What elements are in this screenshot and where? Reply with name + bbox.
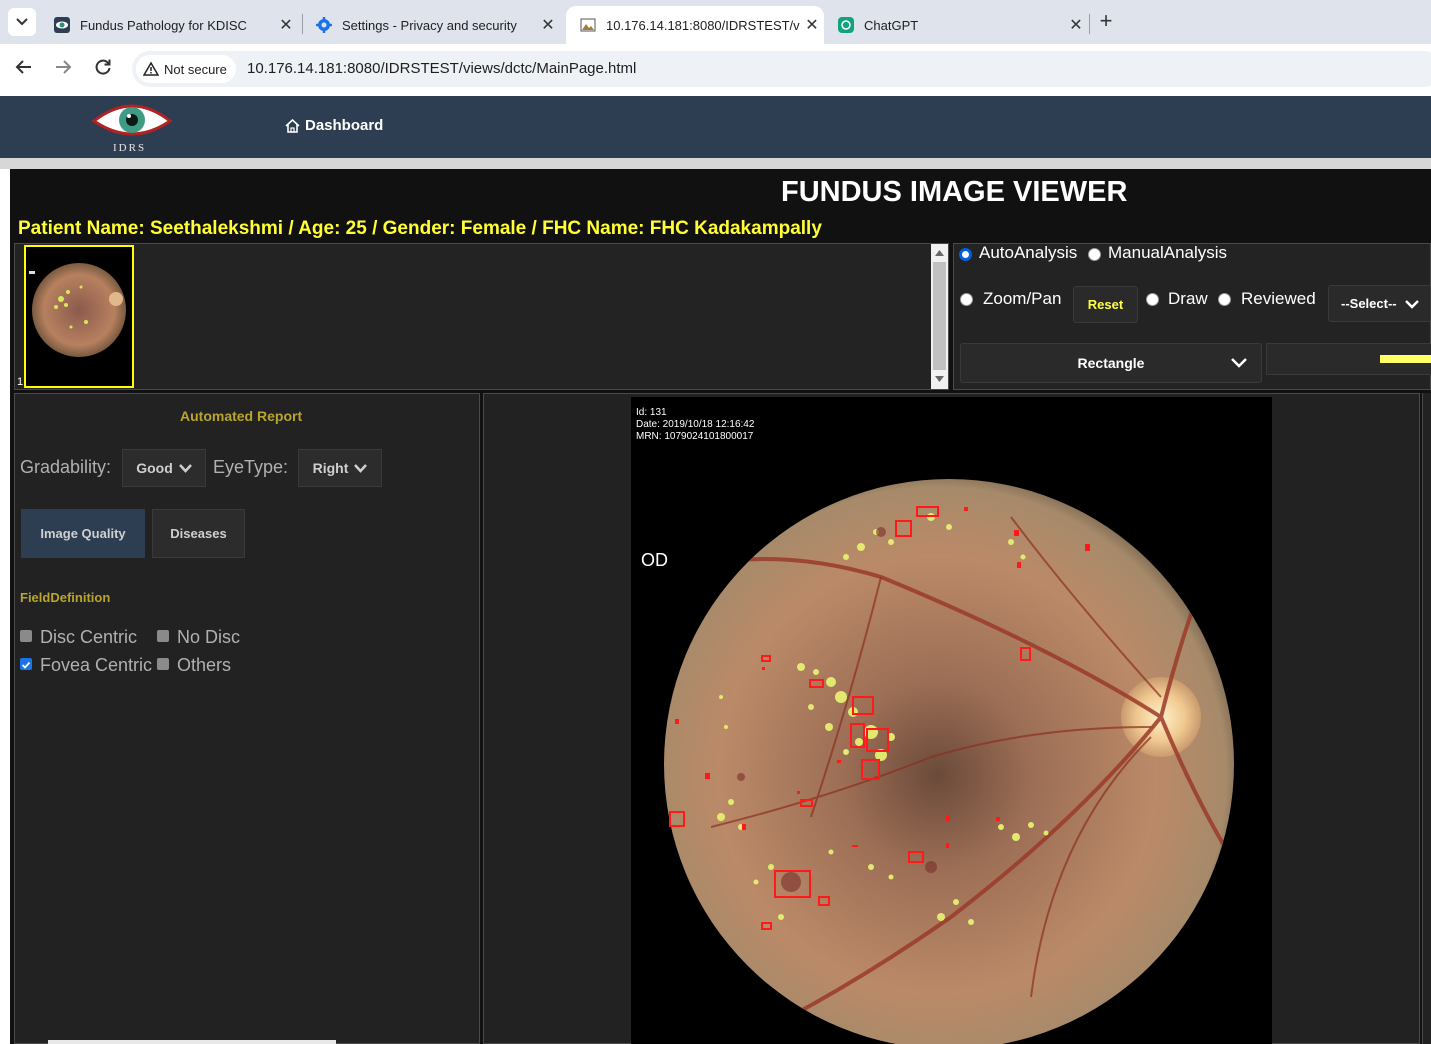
fundus-image[interactable]: [631, 397, 1272, 1044]
scrollbar-thumb[interactable]: [933, 262, 946, 370]
header-gap: [0, 158, 1431, 169]
manual-analysis-label: ManualAnalysis: [1108, 243, 1228, 262]
tab-title: Settings - Privacy and security: [342, 17, 517, 33]
logo-text: IDRS: [113, 142, 147, 154]
reload-icon: [95, 59, 111, 75]
browser-tab-4[interactable]: ChatGPT ✕: [824, 6, 1088, 44]
chevron-down-icon: [178, 463, 192, 473]
gradability-value: Good: [136, 460, 173, 476]
field-definition-heading: FieldDefinition: [20, 590, 111, 605]
disc-centric-checkbox[interactable]: [20, 630, 32, 642]
tab-image-quality[interactable]: Image Quality: [21, 509, 145, 558]
draw-label: Draw: [1168, 289, 1208, 308]
browser-tab-1[interactable]: Fundus Pathology for KDISC ✕: [40, 6, 298, 44]
eyetype-value: Right: [312, 460, 349, 476]
chevron-down-icon: [16, 18, 28, 26]
disc-centric-label: Disc Centric: [40, 627, 138, 647]
tab-title: Fundus Pathology for KDISC: [80, 17, 247, 33]
arrow-left-icon: [15, 60, 31, 74]
color-picker[interactable]: [1266, 343, 1431, 375]
forward-button[interactable]: [51, 58, 75, 82]
color-swatch: [1380, 355, 1431, 363]
meta-id: Id: 131: [636, 407, 667, 418]
fundus-thumbnail[interactable]: [24, 245, 134, 388]
arrow-right-icon: [56, 60, 72, 74]
meta-date: Date: 2019/10/18 12:16:42: [636, 419, 755, 430]
viewer-title: FUNDUS IMAGE VIEWER: [781, 176, 1128, 208]
thumbnail-image: [26, 247, 132, 386]
shape-select-dropdown[interactable]: Rectangle: [960, 343, 1262, 383]
new-tab-button[interactable]: +: [1094, 10, 1118, 34]
thumbnail-strip: [14, 243, 949, 390]
fovea-centric-label: Fovea Centric: [40, 655, 153, 675]
eye-favicon: [54, 17, 70, 33]
auto-analysis-radio[interactable]: [959, 248, 972, 261]
meta-mrn: MRN: 1079024101800017: [636, 431, 754, 442]
warning-icon: [143, 62, 159, 76]
no-disc-checkbox[interactable]: [157, 630, 169, 642]
browser-tab-2[interactable]: Settings - Privacy and security ✕: [302, 6, 560, 44]
patient-info: Patient Name: Seethalekshmi / Age: 25 / …: [18, 218, 822, 239]
gradability-label: Gradability:: [20, 457, 112, 477]
browser-tab-3-active[interactable]: 10.176.14.181:8080/IDRSTEST/v ✕: [566, 6, 824, 44]
auto-analysis-label: AutoAnalysis: [979, 243, 1078, 262]
app-header: [0, 96, 1431, 158]
tab-search-menu[interactable]: [8, 8, 36, 36]
checkmark-icon: [21, 661, 31, 669]
others-checkbox[interactable]: [157, 658, 169, 670]
reviewed-label: Reviewed: [1241, 289, 1316, 308]
draw-radio[interactable]: [1146, 293, 1159, 306]
tab-title: ChatGPT: [864, 17, 919, 33]
eyetype-label: EyeType:: [213, 457, 289, 477]
reload-button[interactable]: [91, 58, 115, 82]
eyetype-select[interactable]: Right: [298, 449, 382, 487]
scroll-down-icon[interactable]: [935, 376, 944, 382]
security-label: Not secure: [164, 61, 227, 77]
report-heading: Automated Report: [180, 408, 303, 424]
manual-analysis-radio[interactable]: [1088, 248, 1101, 261]
fovea-centric-checkbox[interactable]: [20, 658, 32, 670]
fundus-photo[interactable]: [631, 397, 1272, 1044]
lesion-select-dropdown[interactable]: --Select--: [1328, 285, 1431, 322]
image-metadata: Id: 131 Date: 2019/10/18 12:16:42 MRN: 1…: [636, 407, 754, 443]
select-placeholder: --Select--: [1341, 296, 1397, 311]
chevron-down-icon: [1231, 358, 1247, 368]
chevron-down-icon: [1404, 299, 1419, 309]
eye-label: OD: [641, 550, 668, 570]
tab-title: 10.176.14.181:8080/IDRSTEST/v: [606, 17, 800, 33]
gradability-select[interactable]: Good: [122, 449, 206, 487]
close-tab-icon[interactable]: ✕: [1064, 15, 1088, 35]
back-button[interactable]: [12, 58, 36, 82]
others-label: Others: [177, 655, 232, 675]
url-text[interactable]: 10.176.14.181:8080/IDRSTEST/views/dctc/M…: [247, 60, 636, 77]
chatgpt-icon: [838, 17, 854, 33]
tab-diseases[interactable]: Diseases: [152, 509, 245, 558]
gear-icon: [316, 17, 332, 33]
close-tab-icon[interactable]: ✕: [274, 15, 298, 35]
dashboard-label: Dashboard: [305, 117, 384, 134]
reviewed-radio[interactable]: [1218, 293, 1231, 306]
security-chip[interactable]: Not secure: [136, 55, 236, 83]
reset-button[interactable]: Reset: [1073, 286, 1138, 323]
home-icon: [285, 118, 300, 133]
zoom-pan-label: Zoom/Pan: [983, 289, 1062, 308]
automated-report-panel: [14, 393, 480, 1044]
idrs-eye-logo-icon: [92, 104, 172, 136]
shape-select-value: Rectangle: [1077, 355, 1145, 371]
image-favicon: [580, 18, 596, 32]
dashboard-link[interactable]: Dashboard: [285, 117, 383, 134]
close-tab-icon[interactable]: ✕: [800, 15, 824, 35]
zoom-pan-radio[interactable]: [960, 293, 973, 306]
chevron-down-icon: [354, 463, 368, 473]
close-tab-icon[interactable]: ✕: [536, 15, 560, 35]
tab-divider: [1089, 14, 1090, 34]
scroll-up-icon[interactable]: [935, 250, 944, 256]
thumbnail-index: 1: [17, 376, 24, 388]
horizontal-scrollbar[interactable]: [48, 1040, 336, 1044]
right-panel: [1422, 393, 1431, 1044]
no-disc-label: No Disc: [177, 627, 241, 647]
